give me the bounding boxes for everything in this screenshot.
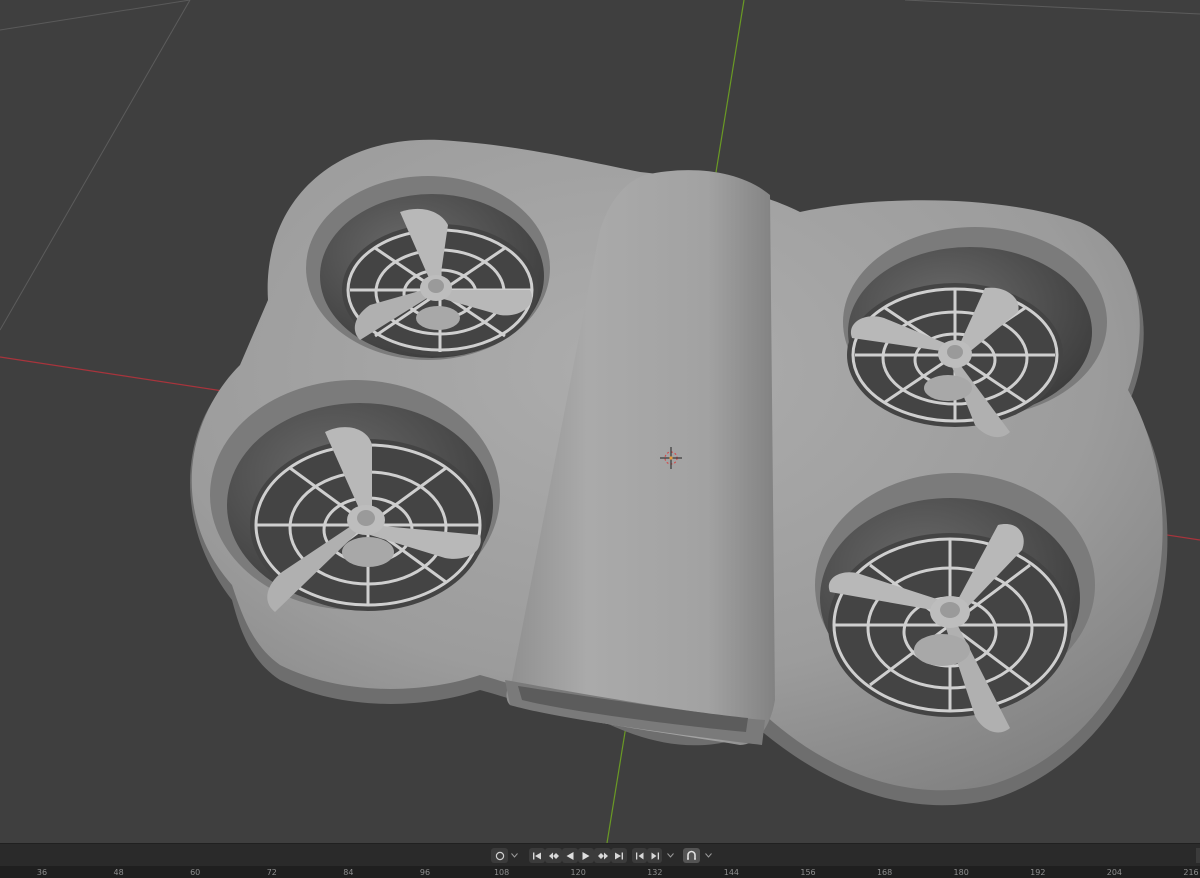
grid-line — [0, 0, 191, 331]
snapping-toggle[interactable] — [683, 848, 700, 863]
frame-tick-label: 132 — [647, 868, 663, 877]
play-button[interactable] — [578, 848, 594, 863]
frame-tick-label: 216 — [1183, 868, 1199, 877]
3d-viewport[interactable] — [0, 0, 1200, 843]
frame-tick-label: 168 — [876, 868, 893, 877]
frame-tick-label: 192 — [1030, 868, 1046, 877]
play-icon — [582, 851, 590, 860]
frame-tick-label: 144 — [723, 868, 740, 877]
viewport-scene — [0, 0, 1200, 843]
frame-tick-label: 60 — [190, 868, 201, 877]
jump-to-start-icon — [533, 852, 541, 859]
frame-tick-label: 108 — [493, 868, 510, 877]
prev-frame-button[interactable] — [632, 848, 647, 863]
chevron-down-icon — [510, 853, 518, 858]
jump-to-end-icon — [615, 852, 623, 859]
playback-controls-bar — [0, 843, 1200, 866]
grid-line — [904, 0, 1200, 15]
grid-line — [0, 0, 191, 31]
frame-tick-label: 84 — [343, 868, 354, 877]
next-frame-icon — [651, 852, 659, 859]
frame-tick-label: 120 — [570, 868, 586, 877]
keying-options-dropdown[interactable] — [508, 848, 520, 863]
frame-tick-label: 36 — [36, 868, 48, 877]
frame-tick-label: 180 — [953, 868, 969, 877]
jump-to-start-button[interactable] — [529, 848, 545, 863]
record-circle-icon — [495, 851, 504, 860]
jump-to-prev-keyframe-icon — [548, 852, 559, 859]
play-reverse-button[interactable] — [562, 848, 578, 863]
prev-frame-icon — [635, 852, 643, 859]
play-reverse-icon — [566, 851, 574, 860]
frame-tick-label: 156 — [800, 868, 816, 877]
frame-tick-label: 204 — [1106, 868, 1123, 877]
frame-tick-label: 96 — [419, 868, 431, 877]
magnet-icon — [687, 850, 696, 860]
scroll-edge — [1196, 848, 1200, 863]
auto-keying-button[interactable] — [491, 848, 508, 863]
chevron-down-icon — [704, 853, 712, 858]
jump-to-next-keyframe-button[interactable] — [594, 848, 611, 863]
rotor-front-left — [306, 176, 550, 360]
playback-options-dropdown[interactable] — [664, 848, 676, 863]
jump-to-end-button[interactable] — [611, 848, 627, 863]
snapping-options-dropdown[interactable] — [702, 848, 714, 863]
frame-tick-label: 72 — [266, 868, 277, 877]
jump-to-prev-keyframe-button[interactable] — [545, 848, 562, 863]
jump-to-next-keyframe-icon — [597, 852, 608, 859]
next-frame-button[interactable] — [647, 848, 662, 863]
chevron-down-icon — [666, 853, 674, 858]
frame-tick-label: 48 — [113, 868, 124, 877]
timeline-frame-ruler[interactable]: 36 48 60 72 84 96 108 120 132 144 156 168 180 192 204 2… — [0, 866, 1200, 878]
